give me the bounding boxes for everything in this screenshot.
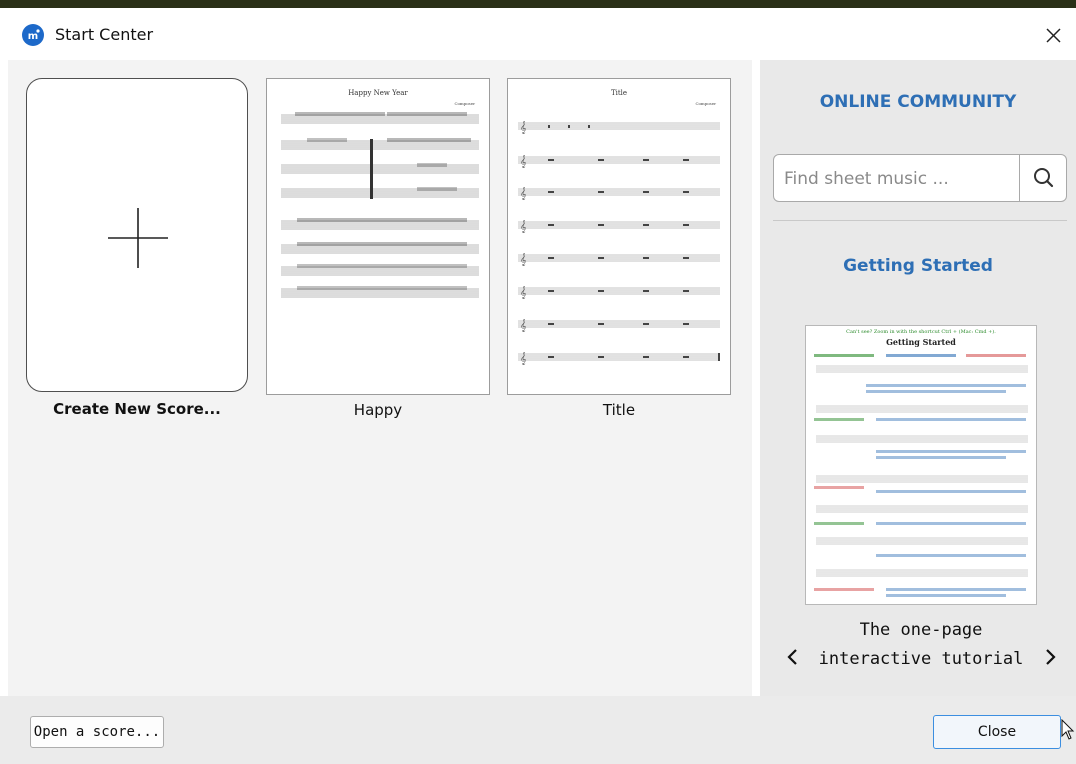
tutorial-thumbnail[interactable]: Can't see? Zoom in with the shortcut Ctr…: [805, 325, 1037, 605]
svg-text:𝄞: 𝄞: [520, 319, 527, 332]
svg-text:𝄞: 𝄞: [520, 121, 527, 134]
svg-text:𝄞: 𝄞: [520, 187, 527, 200]
open-score-button[interactable]: Open a score...: [30, 716, 164, 748]
close-icon: [1046, 28, 1061, 43]
mouse-pointer-icon: [1061, 719, 1075, 740]
sheet-music-preview: 𝄞 𝄞 𝄞 𝄞 𝄞 𝄞 𝄞 𝄞: [518, 121, 720, 365]
score-label-title: Title: [602, 401, 636, 419]
left-margin: [0, 60, 8, 696]
chevron-right-icon: [1046, 649, 1056, 665]
window-title: Start Center: [55, 25, 154, 44]
tutorial-page-preview: [814, 354, 1028, 597]
score-thumbnail-happy[interactable]: Happy New Year Composer: [266, 78, 490, 395]
title-bar: m Start Center: [0, 8, 1076, 60]
window-top-border: [0, 0, 1076, 8]
svg-text:𝄞: 𝄞: [520, 253, 527, 266]
score-thumbnail-title[interactable]: Title Composer 𝄞 𝄞 𝄞 𝄞 𝄞 𝄞 𝄞 𝄞: [507, 78, 731, 395]
getting-started-heading: Getting Started: [843, 256, 993, 276]
tutorial-caption-line2: interactive tutorial: [818, 649, 1024, 669]
create-new-score-card[interactable]: [26, 78, 248, 392]
svg-text:𝄞: 𝄞: [520, 352, 527, 365]
svg-text:𝄞: 𝄞: [520, 220, 527, 233]
sheet-music-search: [773, 154, 1067, 202]
chevron-left-icon: [787, 649, 797, 665]
score-label-happy: Happy: [353, 401, 403, 419]
svg-text:𝄞: 𝄞: [520, 286, 527, 299]
search-icon: [1034, 168, 1054, 188]
next-tutorial-button[interactable]: [1038, 642, 1064, 672]
sheet-music-preview: [281, 112, 479, 298]
sidebar-divider: [773, 220, 1067, 221]
search-button[interactable]: [1019, 155, 1067, 201]
online-community-heading: ONLINE COMMUNITY: [819, 92, 1017, 112]
close-button[interactable]: Close: [933, 715, 1061, 749]
previous-tutorial-button[interactable]: [780, 642, 806, 672]
musescore-logo-icon: m: [22, 24, 44, 46]
tutorial-caption: The one-page interactive tutorial: [810, 616, 1032, 674]
search-input[interactable]: [782, 163, 1018, 195]
tutorial-caption-line1: The one-page: [859, 620, 983, 640]
window-close-button[interactable]: [1036, 18, 1070, 52]
create-new-score-label: Create New Score...: [53, 400, 221, 418]
svg-text:𝄞: 𝄞: [520, 155, 527, 168]
panel-separator: [752, 60, 760, 696]
plus-icon: [108, 208, 168, 268]
svg-text:m: m: [28, 31, 38, 42]
